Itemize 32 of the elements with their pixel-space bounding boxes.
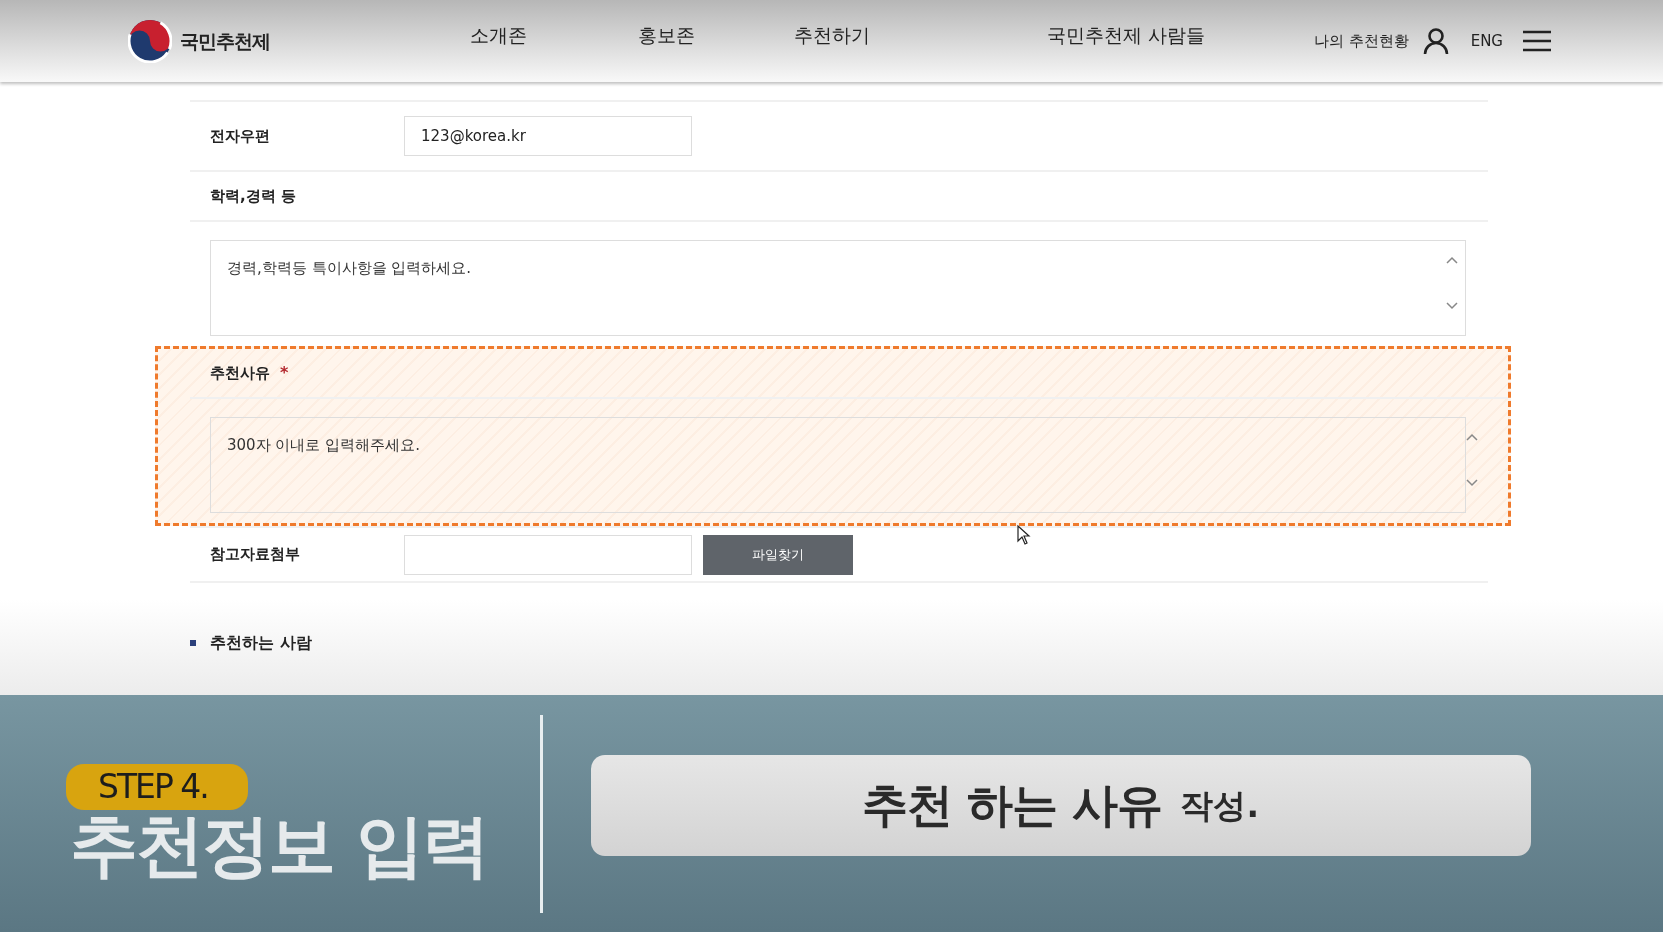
caption-title: 추천정보 입력 bbox=[70, 809, 488, 882]
field-label: 추천사유 bbox=[210, 362, 270, 384]
section-heading: 추천하는 사람 bbox=[210, 632, 312, 654]
nav-link[interactable]: 국민추천제 사람들 bbox=[1047, 21, 1206, 50]
scroll-down-icon[interactable] bbox=[1446, 302, 1458, 310]
logo-link[interactable]: 국민추천제 bbox=[128, 19, 270, 63]
field-label: 전자우편 bbox=[210, 125, 271, 147]
emblem-icon bbox=[128, 19, 172, 63]
menu-icon[interactable] bbox=[1523, 30, 1551, 52]
nav-link[interactable]: 홍보존 bbox=[638, 21, 695, 50]
language-link[interactable]: ENG bbox=[1470, 29, 1503, 53]
logo-text: 국민추천제 bbox=[180, 28, 270, 54]
nav-link[interactable]: 소개존 bbox=[470, 21, 527, 50]
my-status-link[interactable]: 나의 추천현황 bbox=[1313, 29, 1409, 53]
field-label: 학력,경력 등 bbox=[210, 185, 296, 207]
nav-link[interactable]: 추천하기 bbox=[794, 21, 870, 50]
field-label: 참고자료첨부 bbox=[210, 544, 301, 566]
browse-button[interactable]: 파일찾기 bbox=[703, 534, 853, 575]
cursor-icon bbox=[1017, 525, 1031, 545]
caption-text: 추천 하는 사유 bbox=[862, 777, 1163, 834]
file-field[interactable] bbox=[404, 534, 692, 575]
caption-text: 작성. bbox=[1180, 784, 1259, 827]
scroll-up-icon[interactable] bbox=[1446, 256, 1458, 264]
bullet-icon bbox=[190, 640, 196, 646]
email-field[interactable]: 123@korea.kr bbox=[404, 116, 692, 156]
text-area[interactable]: 300자 이내로 입력해주세요. bbox=[210, 417, 1466, 513]
required-mark: * bbox=[280, 362, 289, 384]
scroll-up-icon[interactable] bbox=[1466, 433, 1478, 441]
text-area[interactable]: 경력,학력등 특이사항을 입력하세요. bbox=[210, 240, 1466, 336]
scroll-down-icon[interactable] bbox=[1466, 479, 1478, 487]
user-icon[interactable] bbox=[1422, 27, 1449, 55]
step-badge: STEP 4. bbox=[66, 763, 248, 810]
